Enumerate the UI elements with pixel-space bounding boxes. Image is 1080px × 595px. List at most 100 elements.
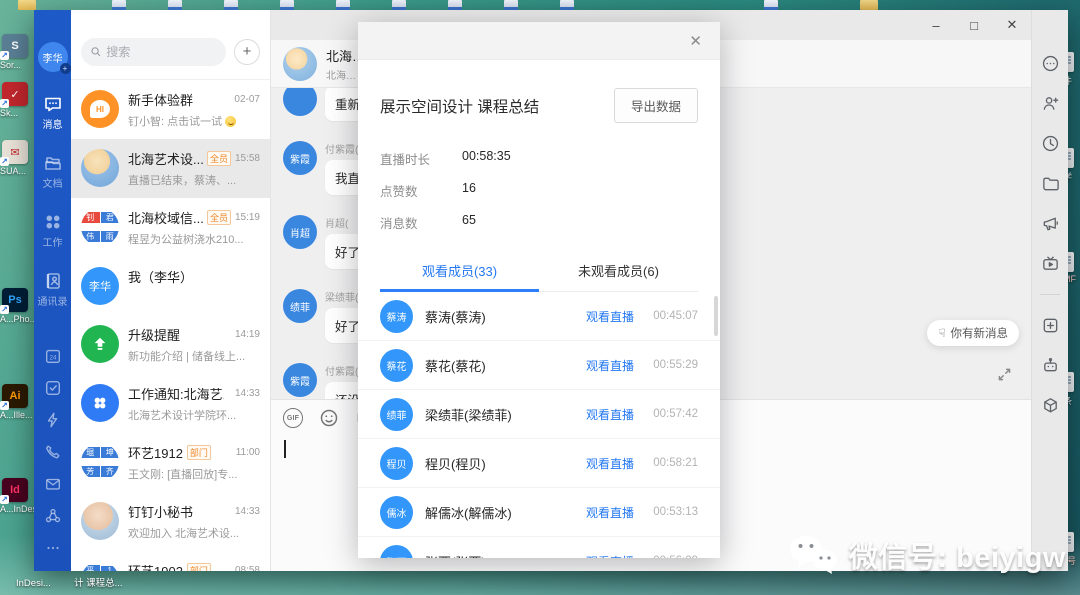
sender-avatar[interactable]: 绩菲 [283,289,317,323]
cube-add-icon[interactable] [1041,396,1060,415]
member-row[interactable]: 张西 张西(张西) 观看直播 00:56:29 [358,537,720,558]
modal-close-icon[interactable]: ✕ [683,30,708,52]
chat-item[interactable]: 钊君伟雨 北海校域信...全员15:19 程昱为公益树浇水210... [71,198,270,257]
group-avatar [81,149,119,187]
watch-live-link[interactable]: 观看直播 [586,455,634,472]
desktop-bottom-label: InDesi... [16,578,51,589]
sender-avatar[interactable]: 肖超 [283,215,317,249]
sidebar-item-messages[interactable]: 消息 [43,94,63,131]
add-app-icon[interactable] [1041,316,1060,335]
desktop-shortcut-photoshop[interactable]: Ps↗ [2,288,28,312]
calendar-icon[interactable]: 24 [44,347,62,365]
search-input[interactable] [106,45,217,59]
mail-icon[interactable] [44,475,62,493]
member-row[interactable]: 程贝 程贝(程贝) 观看直播 00:58:21 [358,439,720,488]
desktop-doc-icon[interactable] [504,0,518,10]
desktop-doc-icon[interactable] [764,0,778,10]
watch-live-link[interactable]: 观看直播 [586,504,634,521]
desktop-folder-icon[interactable] [18,0,36,10]
shortcut-arrow-icon: ↗ [0,401,9,410]
folder-icon[interactable] [1041,174,1060,193]
tab-unwatched-members[interactable]: 未观看成员(6) [539,251,698,291]
chat-item[interactable]: 李华 我（李华） [71,257,270,315]
add-chat-button[interactable]: + [234,39,260,65]
desktop-shortcut-icon[interactable]: ✓↗ [2,82,28,106]
assistant-avatar [81,502,119,540]
sidebar-item-docs[interactable]: 文档 [43,153,63,190]
export-data-button[interactable]: 导出数据 [614,88,698,123]
live-video-icon[interactable] [1041,254,1060,273]
close-button[interactable]: ✕ [993,10,1031,40]
desktop-shortcut-label: A...Ille... [0,410,33,420]
work-grid-icon [43,212,63,232]
network-circles-icon[interactable] [44,507,62,525]
screen: S↗ Sor... ✓↗ Sk... ✉↗ SUA... Ps↗ A...Pho… [0,0,1080,595]
member-name: 张西(张西) [425,552,586,559]
chat-item[interactable]: 升级提醒14:19 新功能介绍 | 储备线上... [71,315,270,374]
phone-call-icon[interactable] [44,443,62,461]
chat-item[interactable]: 工作通知:北海艺...14:33 北海艺术设计学院环... [71,374,270,433]
search-row: + [71,24,270,80]
shortcut-arrow-icon: ↗ [0,99,9,108]
member-row[interactable]: 绩菲 梁绩菲(梁绩菲) 观看直播 00:57:42 [358,390,720,439]
sidebar-item-work[interactable]: 工作 [43,212,63,249]
desktop-shortcut-icon[interactable]: S↗ [2,34,28,58]
sidebar-item-contacts[interactable]: 通讯录 [38,271,68,308]
chat-item[interactable]: 钉钉小秘书14:33 欢迎加入 北海艺术设... [71,492,270,551]
sender-avatar[interactable]: 紫霞 [283,363,317,397]
emoji-icon[interactable] [319,408,339,428]
tab-watched-members[interactable]: 观看成员(33) [380,251,539,291]
add-member-icon[interactable] [1041,94,1060,113]
desktop-doc-icon[interactable] [336,0,350,10]
minimize-button[interactable]: – [917,10,955,40]
sender-avatar[interactable] [283,88,317,116]
more-circle-icon[interactable] [1041,54,1060,73]
chat-item[interactable]: 平111 环艺1902部门08:58 袁柚华 撤回了 条消息 [71,551,270,571]
flash-icon[interactable] [44,411,62,429]
watch-live-link[interactable]: 观看直播 [586,357,634,374]
chat-time: 14:19 [235,329,260,340]
chat-time: 11:00 [236,447,260,458]
announcement-icon[interactable] [1041,214,1060,233]
desktop-doc-icon[interactable] [112,0,126,10]
history-clock-icon[interactable] [1041,134,1060,153]
member-row[interactable]: 蔡涛 蔡涛(蔡涛) 观看直播 00:45:07 [358,292,720,341]
desktop-doc-icon[interactable] [224,0,238,10]
desktop-doc-icon[interactable] [280,0,294,10]
chat-item-selected[interactable]: 北海艺术设...全员15:58 直播已结束，蔡涛、... [71,139,270,198]
desktop-shortcut-label: Sk... [0,108,18,118]
shortcut-arrow-icon: ↗ [0,157,9,166]
desktop-shortcut-indesign[interactable]: Id↗ [2,478,28,502]
member-row[interactable]: 蔡花 蔡花(蔡花) 观看直播 00:55:29 [358,341,720,390]
search-box[interactable] [81,38,226,66]
new-message-pill[interactable]: ☟ 你有新消息 [927,320,1019,346]
member-row[interactable]: 儒冰 解儒冰(解儒冰) 观看直播 00:53:13 [358,488,720,537]
robot-icon[interactable] [1041,356,1060,375]
chat-item[interactable]: HI 新手体验群02-07 钉小智: 点击试一试 [71,80,270,139]
more-dots-icon[interactable] [44,539,62,557]
sender-avatar[interactable]: 紫霞 [283,141,317,175]
desktop-shortcut-icon[interactable]: ✉↗ [2,140,28,164]
desktop-shortcut-illustrator[interactable]: Ai↗ [2,384,28,408]
desktop-doc-icon[interactable] [448,0,462,10]
watch-live-link[interactable]: 观看直播 [586,406,634,423]
gif-icon[interactable]: GIF [283,408,303,428]
chat-bubble-icon [43,94,63,114]
maximize-button[interactable]: □ [955,10,993,40]
desktop-doc-icon[interactable] [168,0,182,10]
group-avatar[interactable] [283,47,317,81]
chat-item[interactable]: 琨坤芳齐 环艺1912部门11:00 王文刚: [直播回放]专... [71,433,270,492]
watch-live-link[interactable]: 观看直播 [586,553,634,559]
desktop-folder-icon[interactable] [860,0,878,10]
group-avatar: HI [81,90,119,128]
avatar[interactable]: 李华 + [38,42,68,72]
member-name: 解儒冰(解儒冰) [425,503,586,522]
chat-subtitle: 直播已结束，蔡涛、... [128,172,260,188]
expand-icon[interactable] [996,366,1013,383]
chat-time: 08:58 [235,565,260,571]
scrollbar[interactable] [714,296,718,336]
watch-live-link[interactable]: 观看直播 [586,308,634,325]
desktop-doc-icon[interactable] [392,0,406,10]
todo-check-icon[interactable] [44,379,62,397]
desktop-doc-icon[interactable] [560,0,574,10]
